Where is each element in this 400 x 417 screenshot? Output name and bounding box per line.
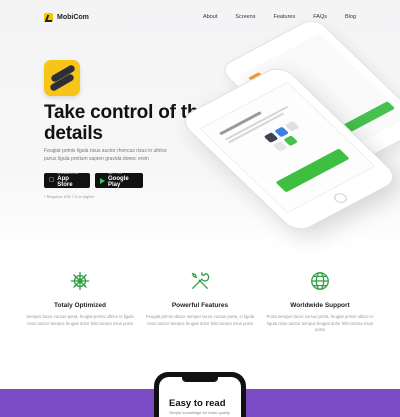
mobicom-logo-icon [44, 12, 53, 22]
hero-subtext: Feugiat primis ligula risus auctor rhonc… [44, 148, 167, 162]
feature-title: Powerful Features [171, 302, 229, 309]
feature-card: Worldwide Support Porta semper lacus cur… [265, 270, 375, 334]
google-play-icon [100, 177, 105, 184]
app-icon [44, 60, 80, 96]
app-store-label: App Store [52, 176, 81, 189]
google-play-label: Google Play [108, 175, 129, 189]
brand-name: MobiCom [57, 13, 89, 21]
app-store-button[interactable]:  Download on the App Store [44, 171, 90, 189]
requirements-note: * Requires iOS 7.0 or higher [44, 194, 95, 199]
screen-tile [284, 120, 300, 132]
nav-item-blog[interactable]: Blog [345, 14, 356, 20]
showcase-subtitle: Simple knowledge for team quality [169, 410, 230, 415]
brand-logo[interactable]: MobiCom [44, 12, 89, 22]
feature-title: Totaly Optimized [54, 302, 106, 309]
features-section: Totaly Optimized Semper lacus cursus por… [0, 270, 400, 334]
globe-icon [311, 272, 329, 290]
screen-tile [283, 135, 299, 147]
nav-item-about[interactable]: About [203, 14, 217, 20]
nav-item-features[interactable]: Features [274, 14, 296, 20]
nav-menu: About Screens Features FAQs Blog [203, 14, 356, 20]
screen-tile [272, 140, 288, 152]
feature-card: Totaly Optimized Semper lacus cursus por… [25, 270, 135, 334]
nav-item-screens[interactable]: Screens [235, 14, 255, 20]
feature-text: Semper lacus cursus porta, feugiat primi… [26, 314, 134, 326]
nav-item-faqs[interactable]: FAQs [313, 14, 327, 20]
screen-button [275, 148, 350, 193]
apple-icon:  [49, 177, 54, 184]
feature-title: Worldwide Support [290, 302, 350, 309]
tools-icon [191, 272, 210, 289]
google-play-text: GET IT ON Google Play [108, 171, 138, 189]
screen-tile [274, 126, 290, 138]
feature-text: Feugiat primis ultrice semper lacus curs… [145, 314, 255, 326]
screen-tile [263, 132, 279, 143]
app-store-text: Download on the App Store [52, 171, 85, 189]
google-play-button[interactable]: GET IT ON Google Play [95, 171, 143, 189]
ship-wheel-icon [70, 271, 90, 291]
phone-screen: Easy to read Simple knowledge for team q… [159, 377, 241, 417]
feature-card: Powerful Features Feugiat primis ultrice… [145, 270, 255, 334]
feature-text: Porta semper lacus cursus porta, feugiat… [266, 314, 374, 332]
phone-notch [182, 377, 218, 382]
showcase-title: Easy to read [169, 398, 226, 409]
home-button-icon [331, 191, 350, 205]
phone-mockup-bottom: Easy to read Simple knowledge for team q… [154, 372, 246, 417]
